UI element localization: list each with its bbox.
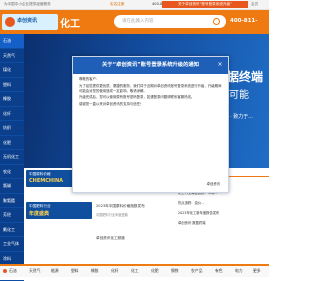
modal-paragraph: 为了给您提供更优质、便捷的服务，我们将于近期对卓创资讯账号登录系统进行升级，升级… bbox=[79, 83, 222, 93]
logo-text: 卓创资讯 bbox=[17, 18, 38, 24]
site-logo[interactable]: 卓创资讯 bbox=[2, 14, 58, 30]
search-placeholder: 请在此输入内容 bbox=[122, 19, 154, 24]
sidebar-item[interactable]: 石油 bbox=[0, 34, 24, 49]
bottom-nav-item[interactable]: 橡胶 bbox=[91, 268, 99, 274]
search-input[interactable]: 请在此输入内容 bbox=[114, 15, 226, 28]
bottom-nav-item[interactable]: 化纤 bbox=[111, 268, 119, 274]
bottom-nav-item[interactable]: 更多 bbox=[253, 268, 261, 274]
top-bar: 为中国中小企业提供经营服务 实名注册 400-811-7... 关于卓创资讯“账… bbox=[0, 0, 269, 10]
bullet-icon bbox=[3, 269, 7, 273]
close-icon[interactable]: × bbox=[216, 61, 224, 69]
member-link[interactable]: 会员 bbox=[251, 2, 258, 7]
sidebar-item[interactable]: 化纤 bbox=[0, 107, 24, 121]
right-news-item[interactable]: 卓创资讯·数据终端 bbox=[178, 220, 205, 225]
category-sidebar: 石油 天然气 煤化 塑料 橡胶 化纤 纺织 化肥 无机化工 农化 氯碱 聚氨酯 … bbox=[0, 34, 24, 281]
sidebar-item[interactable]: 橡胶 bbox=[0, 92, 24, 107]
channel-title: 化工 bbox=[60, 19, 80, 30]
sidebar-item[interactable]: 塑料 bbox=[0, 78, 24, 92]
right-news-item[interactable]: 热点追踪：油价... bbox=[178, 200, 204, 205]
promo-card[interactable]: 中国肥料行业 年度盛典 bbox=[26, 202, 92, 219]
news-item[interactable]: 中国肥料行业年度盛典 bbox=[96, 212, 128, 217]
sidebar-item[interactable]: 化肥 bbox=[0, 136, 24, 150]
modal-body: 尊敬的客户： 为了给您提供更优质、便捷的服务，我们将于近期对卓创资讯账号登录系统… bbox=[73, 74, 228, 111]
right-news-item[interactable]: 2023年化工新年度报告发布 bbox=[178, 210, 219, 215]
sidebar-item[interactable]: 天然气 bbox=[0, 49, 24, 63]
header: 卓创资讯 化工 请在此输入内容 400-811- bbox=[0, 10, 269, 34]
sidebar-item[interactable]: 氟化工 bbox=[0, 223, 24, 237]
sidebar-item[interactable]: 工业气体 bbox=[0, 237, 24, 252]
promo-title: 中国肥料行业 bbox=[29, 204, 51, 208]
bottom-nav: 石油 天然气 能源 塑料 橡胶 化纤 化工 化肥 钢铁 农产品 有色 电力 更多 bbox=[0, 264, 269, 277]
news-item[interactable]: 卓创资讯化工频道 bbox=[96, 236, 125, 241]
bottom-nav-item[interactable]: 塑料 bbox=[71, 268, 79, 274]
promo-title: 中国原料价格 bbox=[29, 172, 51, 176]
modal-paragraph: 升级完成后，您可以使用原有账号密码登录，如遇登录问题请联系客服热线。 bbox=[79, 95, 195, 99]
alert-banner[interactable]: 关于卓创资讯“账号登录系统升级” bbox=[162, 1, 248, 8]
sidebar-item[interactable]: 无机化工 bbox=[0, 150, 24, 165]
logo-mark-icon bbox=[5, 17, 15, 27]
bottom-nav-item[interactable]: 电力 bbox=[235, 268, 243, 274]
top-slogan: 为中国中小企业提供经营服务 bbox=[4, 2, 51, 6]
bottom-nav-item[interactable]: 钢铁 bbox=[171, 268, 179, 274]
bottom-nav-item[interactable]: 化肥 bbox=[151, 268, 159, 274]
header-phone: 400-811- bbox=[230, 18, 258, 24]
bottom-nav-item[interactable]: 农产品 bbox=[191, 268, 202, 274]
modal-signature: 卓创资讯 bbox=[206, 182, 220, 186]
modal-title: 关于“卓创资讯”账号登录系统升级的通知 bbox=[73, 57, 228, 74]
sidebar-item[interactable]: 芳烃 bbox=[0, 208, 24, 223]
news-item[interactable]: 2023年中国原料价格指数发布 bbox=[96, 204, 145, 209]
sidebar-item[interactable]: 煤化 bbox=[0, 63, 24, 78]
sidebar-item[interactable]: 纺织 bbox=[0, 121, 24, 136]
promo-name: CHEMCHINA bbox=[29, 178, 64, 184]
bottom-nav-item[interactable]: 天然气 bbox=[29, 268, 40, 274]
bottom-nav-item[interactable]: 石油 bbox=[9, 268, 17, 274]
bottom-nav-item[interactable]: 化工 bbox=[131, 268, 139, 274]
notice-modal: 关于“卓创资讯”账号登录系统升级的通知 × 尊敬的客户： 为了给您提供更优质、便… bbox=[72, 56, 229, 193]
bottom-nav-item[interactable]: 能源 bbox=[51, 268, 59, 274]
modal-paragraph: 感谢您一直以来对卓创资讯的支持与信任！ bbox=[79, 101, 144, 106]
search-icon[interactable] bbox=[213, 18, 220, 25]
register-link[interactable]: 实名注册 bbox=[110, 2, 124, 7]
banner-sub: · 致力于... bbox=[230, 114, 253, 120]
modal-paragraph: 尊敬的客户： bbox=[79, 77, 100, 81]
sidebar-item[interactable]: 农化 bbox=[0, 165, 24, 179]
sidebar-item[interactable]: 氯碱 bbox=[0, 179, 24, 194]
sidebar-item[interactable]: 聚氨酯 bbox=[0, 194, 24, 208]
bottom-nav-item[interactable]: 有色 bbox=[215, 268, 223, 274]
promo-name: 年度盛典 bbox=[29, 211, 50, 217]
